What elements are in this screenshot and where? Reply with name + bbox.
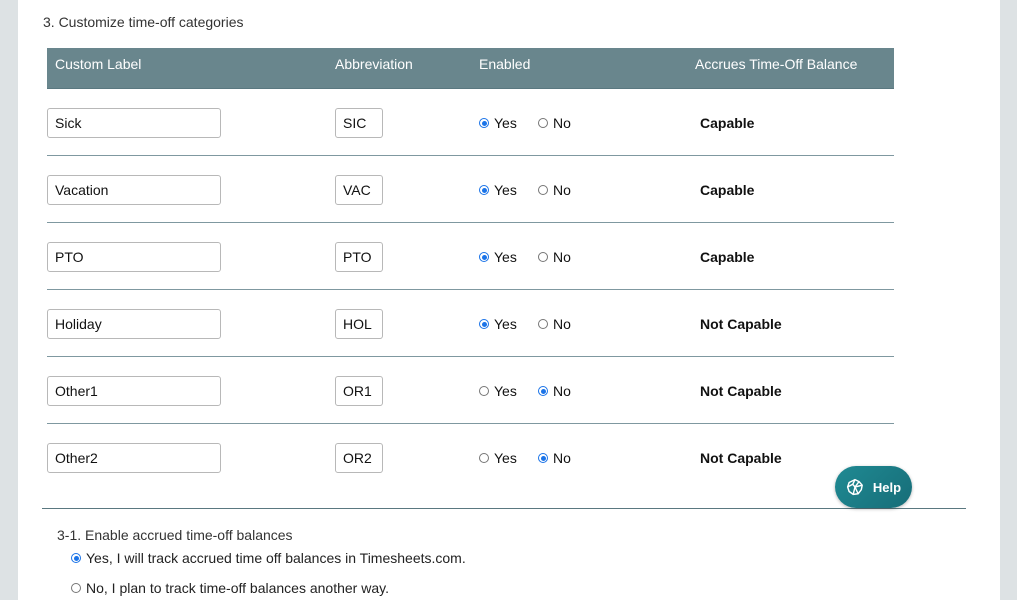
help-globe-icon (846, 478, 863, 496)
enabled-no-label[interactable]: No (553, 182, 571, 198)
enabled-no-label[interactable]: No (553, 383, 571, 399)
enabled-yes-option[interactable]: Yes (479, 316, 517, 332)
settings-page: 3. Customize time-off categories Custom … (18, 0, 1000, 600)
accrued-option-yes[interactable]: Yes, I will track accrued time off balan… (71, 550, 466, 566)
category-row: Yes No Capable (47, 89, 894, 156)
enabled-no-label[interactable]: No (553, 249, 571, 265)
abbreviation-input[interactable] (335, 108, 383, 138)
enabled-yes-label[interactable]: Yes (494, 115, 517, 131)
accrued-no-radio[interactable] (71, 583, 81, 593)
enabled-no-radio[interactable] (538, 453, 548, 463)
accrued-no-label[interactable]: No, I plan to track time-off balances an… (86, 580, 389, 596)
enabled-yes-option[interactable]: Yes (479, 182, 517, 198)
enabled-no-option[interactable]: No (538, 316, 571, 332)
enabled-yes-label[interactable]: Yes (494, 316, 517, 332)
enabled-no-option[interactable]: No (538, 115, 571, 131)
enabled-no-option[interactable]: No (538, 182, 571, 198)
enabled-yes-option[interactable]: Yes (479, 450, 517, 466)
section-title: 3. Customize time-off categories (43, 14, 244, 30)
accrues-status: Not Capable (700, 450, 782, 466)
section-divider (42, 508, 966, 509)
accrued-yes-radio[interactable] (71, 553, 81, 563)
enabled-no-radio[interactable] (538, 319, 548, 329)
custom-label-input[interactable] (47, 309, 221, 339)
abbreviation-input[interactable] (335, 242, 383, 272)
accrued-section-title: 3-1. Enable accrued time-off balances (57, 527, 293, 543)
custom-label-input[interactable] (47, 376, 221, 406)
enabled-no-label[interactable]: No (553, 115, 571, 131)
enabled-yes-option[interactable]: Yes (479, 249, 517, 265)
category-row: Yes No Not Capable (47, 424, 894, 490)
accrues-status: Capable (700, 249, 755, 265)
table-header: Custom Label Abbreviation Enabled Accrue… (47, 48, 894, 89)
enabled-no-radio[interactable] (538, 386, 548, 396)
abbreviation-input[interactable] (335, 309, 383, 339)
enabled-no-radio[interactable] (538, 185, 548, 195)
enabled-yes-radio[interactable] (479, 118, 489, 128)
enabled-no-option[interactable]: No (538, 450, 571, 466)
custom-label-input[interactable] (47, 443, 221, 473)
enabled-yes-radio[interactable] (479, 252, 489, 262)
help-button[interactable]: Help (835, 466, 912, 508)
enabled-yes-option[interactable]: Yes (479, 115, 517, 131)
enabled-yes-radio[interactable] (479, 185, 489, 195)
custom-label-input[interactable] (47, 175, 221, 205)
category-row: Yes No Capable (47, 223, 894, 290)
header-enabled: Enabled (479, 56, 531, 72)
enabled-no-radio[interactable] (538, 252, 548, 262)
abbreviation-input[interactable] (335, 376, 383, 406)
enabled-no-option[interactable]: No (538, 383, 571, 399)
enabled-yes-label[interactable]: Yes (494, 182, 517, 198)
header-abbreviation: Abbreviation (335, 56, 413, 72)
accrues-status: Not Capable (700, 316, 782, 332)
enabled-no-radio[interactable] (538, 118, 548, 128)
enabled-yes-radio[interactable] (479, 386, 489, 396)
accrued-yes-label[interactable]: Yes, I will track accrued time off balan… (86, 550, 466, 566)
enabled-yes-label[interactable]: Yes (494, 450, 517, 466)
category-row: Yes No Capable (47, 156, 894, 223)
enabled-yes-label[interactable]: Yes (494, 383, 517, 399)
category-row: Yes No Not Capable (47, 290, 894, 357)
custom-label-input[interactable] (47, 108, 221, 138)
abbreviation-input[interactable] (335, 175, 383, 205)
enabled-yes-radio[interactable] (479, 453, 489, 463)
abbreviation-input[interactable] (335, 443, 383, 473)
enabled-no-option[interactable]: No (538, 249, 571, 265)
help-label[interactable]: Help (873, 480, 901, 495)
enabled-no-label[interactable]: No (553, 450, 571, 466)
category-row: Yes No Not Capable (47, 357, 894, 424)
custom-label-input[interactable] (47, 242, 221, 272)
accrued-option-no[interactable]: No, I plan to track time-off balances an… (71, 580, 389, 596)
enabled-yes-label[interactable]: Yes (494, 249, 517, 265)
accrues-status: Capable (700, 182, 755, 198)
accrues-status: Not Capable (700, 383, 782, 399)
header-custom-label: Custom Label (55, 56, 142, 72)
header-accrues: Accrues Time-Off Balance (695, 56, 858, 72)
enabled-yes-option[interactable]: Yes (479, 383, 517, 399)
accrues-status: Capable (700, 115, 755, 131)
enabled-no-label[interactable]: No (553, 316, 571, 332)
enabled-yes-radio[interactable] (479, 319, 489, 329)
